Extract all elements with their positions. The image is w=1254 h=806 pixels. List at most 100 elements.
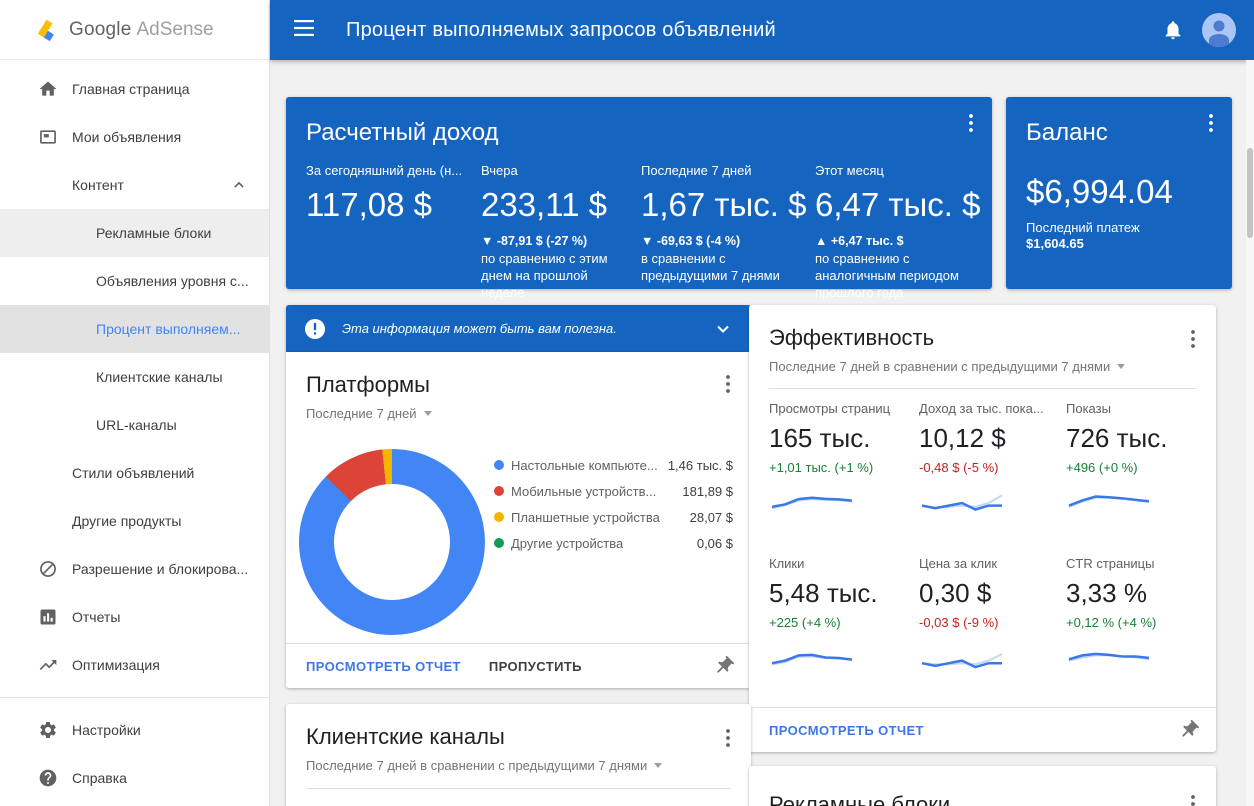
performance-card-menu-icon[interactable]	[1184, 327, 1202, 351]
sidebar-item-other-products[interactable]: Другие продукты	[0, 497, 269, 545]
divider	[769, 388, 1196, 389]
performance-metrics: Просмотры страниц 165 тыс. +1,01 тыс. (+…	[769, 401, 1206, 674]
metric-rpm: Доход за тыс. пока... 10,12 $ -0,48 $ (-…	[919, 401, 1066, 519]
estimated-income-card: Расчетный доход За сегодняшний день (н..…	[286, 97, 992, 289]
sidebar-item-reports[interactable]: Отчеты	[0, 593, 269, 641]
scrollbar-track	[1246, 60, 1254, 806]
adsense-logo[interactable]: Google AdSense	[0, 0, 269, 60]
platforms-period-dropdown[interactable]: Последние 7 дней	[286, 406, 432, 421]
legend-item: Мобильные устройств... 181,89 $	[494, 478, 737, 504]
performance-title: Эффективность	[749, 305, 1216, 351]
my-ads-icon	[38, 126, 60, 148]
caret-down-icon	[654, 763, 662, 768]
ad-units-card: Рекламные блоки	[749, 766, 1216, 806]
chevron-up-icon	[229, 175, 249, 198]
sidebar-divider	[0, 697, 269, 698]
performance-card: Эффективность Последние 7 дней в сравнен…	[749, 305, 1216, 752]
sidebar-item-url-channels[interactable]: URL-каналы	[0, 401, 269, 449]
custom-channels-title: Клиентские каналы	[286, 704, 751, 750]
metric-page-views: Просмотры страниц 165 тыс. +1,01 тыс. (+…	[769, 401, 919, 519]
metric-sparkline	[1066, 489, 1206, 519]
sidebar-item-page-level-ads[interactable]: Объявления уровня с...	[0, 257, 269, 305]
divider	[306, 788, 731, 789]
trending-up-icon	[38, 654, 60, 676]
custom-channels-menu-icon[interactable]	[719, 726, 737, 750]
account-avatar[interactable]	[1202, 13, 1236, 47]
sidebar-item-home-page[interactable]: Главная страница	[0, 65, 269, 113]
metric-delta: +0,12 % (+4 %)	[1066, 615, 1206, 630]
legend-item: Другие устройства 0,06 $	[494, 530, 737, 556]
main-content: Расчетный доход За сегодняшний день (н..…	[270, 60, 1254, 806]
platforms-card-menu-icon[interactable]	[719, 372, 737, 396]
chevron-down-icon[interactable]	[713, 319, 733, 339]
scrollbar-thumb[interactable]	[1247, 148, 1253, 238]
balance-value: $6,994.04	[1006, 173, 1232, 211]
legend-dot	[494, 538, 504, 548]
settings-gear-icon	[38, 719, 60, 741]
platforms-donut-chart	[299, 449, 485, 635]
sidebar-item-settings[interactable]: Настройки	[0, 706, 269, 754]
legend-dot	[494, 486, 504, 496]
sidebar-item-ad-fill-rate[interactable]: Процент выполняем...	[0, 305, 269, 353]
metric-sparkline	[769, 489, 919, 519]
metric-delta: +496 (+0 %)	[1066, 460, 1206, 475]
ad-units-menu-icon[interactable]	[1184, 792, 1202, 806]
pin-icon[interactable]	[713, 655, 735, 677]
metric-sparkline	[1066, 644, 1206, 674]
metric-sparkline	[919, 644, 1066, 674]
pin-icon[interactable]	[1178, 719, 1200, 741]
metric-sparkline	[769, 644, 919, 674]
delta-down: ▼ -69,63 $ (-4 %)	[641, 234, 803, 248]
sidebar-item-help[interactable]: Справка	[0, 754, 269, 802]
metric-impressions: Показы 726 тыс. +496 (+0 %)	[1066, 401, 1206, 519]
legend-dot	[494, 460, 504, 470]
metric-sparkline	[919, 489, 1066, 519]
income-card-menu-icon[interactable]	[962, 111, 980, 135]
info-banner-text: Эта информация может быть вам полезна.	[342, 321, 617, 336]
sidebar-item-my-ads[interactable]: Мои объявления	[0, 113, 269, 161]
balance-card-menu-icon[interactable]	[1202, 111, 1220, 135]
alert-badge-icon	[304, 318, 326, 340]
help-icon	[38, 767, 60, 789]
delta-up: ▲ +6,47 тыс. $	[815, 234, 968, 248]
view-report-button[interactable]: ПРОСМОТРЕТЬ ОТЧЕТ	[306, 659, 461, 674]
app-bar: Процент выполняемых запросов объявлений	[270, 0, 1254, 60]
delta-down: ▼ -87,91 $ (-27 %)	[481, 234, 629, 248]
balance-title: Баланс	[1006, 97, 1232, 147]
sidebar-item-content[interactable]: Контент	[0, 161, 269, 209]
sidebar-item-allow-block[interactable]: Разрешение и блокирова...	[0, 545, 269, 593]
notifications-bell-icon[interactable]	[1162, 19, 1184, 41]
brand-adsense: AdSense	[136, 19, 213, 41]
income-col-yesterday: Вчера 233,11 $ ▼ -87,91 $ (-27 %) по сра…	[481, 163, 641, 301]
sidebar-item-custom-channels[interactable]: Клиентские каналы	[0, 353, 269, 401]
caret-down-icon	[424, 411, 432, 416]
sidebar-item-ad-units[interactable]: Рекламные блоки	[0, 209, 269, 257]
blocked-icon	[38, 558, 60, 580]
legend-item: Настольные компьюте... 1,46 тыс. $	[494, 452, 737, 478]
home-icon	[38, 78, 60, 100]
donut-hole	[334, 484, 450, 600]
caret-down-icon	[1117, 364, 1125, 369]
reports-icon	[38, 606, 60, 628]
income-col-last-7-days: Последние 7 дней 1,67 тыс. $ ▼ -69,63 $ …	[641, 163, 815, 301]
platforms-title: Платформы	[286, 352, 751, 398]
menu-icon[interactable]	[294, 19, 316, 42]
last-payment-label: Последний платеж	[1006, 219, 1232, 236]
last-payment-value: $1,604.65	[1006, 236, 1232, 251]
metric-delta: +1,01 тыс. (+1 %)	[769, 460, 919, 475]
sidebar-item-ad-styles[interactable]: Стили объявлений	[0, 449, 269, 497]
custom-channels-period-dropdown[interactable]: Последние 7 дней в сравнении с предыдущи…	[286, 758, 662, 773]
skip-button[interactable]: ПРОПУСТИТЬ	[489, 659, 582, 674]
performance-period-dropdown[interactable]: Последние 7 дней в сравнении с предыдущи…	[749, 359, 1125, 374]
custom-channels-card: Клиентские каналы Последние 7 дней в сра…	[286, 704, 751, 806]
info-banner: Эта информация может быть вам полезна.	[286, 305, 751, 352]
income-col-this-month: Этот месяц 6,47 тыс. $ ▲ +6,47 тыс. $ по…	[815, 163, 980, 301]
metric-delta: +225 (+4 %)	[769, 615, 919, 630]
sidebar-item-optimization[interactable]: Оптимизация	[0, 641, 269, 689]
brand-google: Google	[69, 19, 131, 41]
legend-item: Планшетные устройства 28,07 $	[494, 504, 737, 530]
legend-dot	[494, 512, 504, 522]
view-report-button[interactable]: ПРОСМОТРЕТЬ ОТЧЕТ	[769, 723, 924, 738]
metric-delta: -0,03 $ (-9 %)	[919, 615, 1066, 630]
platforms-card: Платформы Последние 7 дней Настольные ко…	[286, 352, 751, 688]
